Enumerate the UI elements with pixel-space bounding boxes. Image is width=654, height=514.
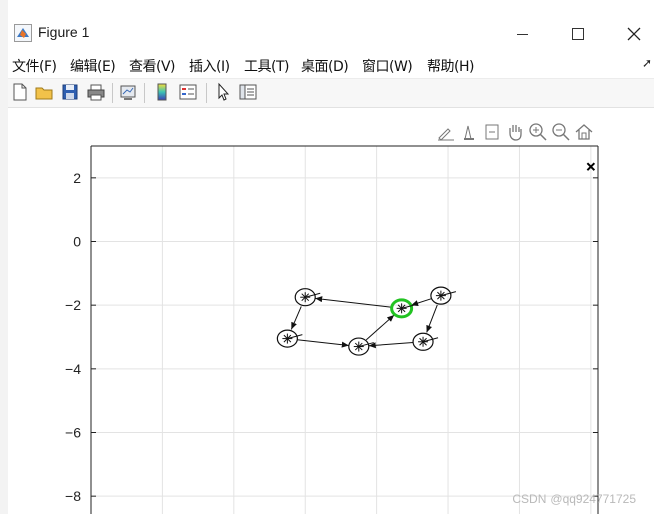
edge-arrow bbox=[315, 296, 392, 308]
watermark: CSDN @qq924771725 bbox=[508, 492, 636, 506]
menu-edit[interactable]: 编辑(E) bbox=[70, 56, 116, 76]
data-layer bbox=[276, 162, 596, 356]
new-figure-icon[interactable] bbox=[10, 82, 30, 102]
toolbar-separator bbox=[206, 83, 207, 103]
print-icon[interactable] bbox=[86, 82, 106, 102]
menu-bar: 文件(F) 编辑(E) 查看(V) 插入(I) 工具(T) 桌面(D) 窗口(W… bbox=[8, 54, 654, 76]
y-tick-label: −6 bbox=[65, 425, 81, 441]
pointer-icon[interactable] bbox=[213, 82, 233, 102]
menu-insert[interactable]: 插入(I) bbox=[189, 56, 230, 76]
y-tick-label: 0 bbox=[73, 234, 81, 250]
save-icon[interactable] bbox=[60, 82, 80, 102]
menu-desktop[interactable]: 桌面(D) bbox=[301, 56, 349, 76]
grid bbox=[91, 146, 598, 514]
menu-view[interactable]: 查看(V) bbox=[129, 56, 176, 76]
menu-tools[interactable]: 工具(T) bbox=[244, 56, 289, 76]
edge-arrow bbox=[426, 304, 438, 333]
plot-area[interactable]: 2 0 −2 −4 −6 −8 bbox=[8, 108, 654, 514]
menu-help[interactable]: 帮助(H) bbox=[427, 56, 474, 76]
menu-file[interactable]: 文件(F) bbox=[12, 56, 57, 76]
minimize-icon bbox=[516, 33, 528, 35]
watermark-site: CSDN bbox=[512, 492, 547, 506]
menu-window[interactable]: 窗口(W) bbox=[362, 56, 413, 76]
maximize-icon bbox=[572, 28, 584, 40]
figure-window: Figure 1 文件(F) 编辑(E) 查看(V) 插入(I) 工具(T) 桌… bbox=[8, 0, 654, 514]
edge-arrow bbox=[410, 298, 432, 306]
watermark-handle: @qq924771725 bbox=[550, 492, 636, 506]
close-icon bbox=[627, 27, 641, 41]
title-bar[interactable]: Figure 1 bbox=[8, 14, 654, 54]
colorbar-icon[interactable] bbox=[152, 82, 172, 102]
close-button[interactable] bbox=[606, 14, 654, 54]
edge-arrow bbox=[368, 342, 414, 349]
graph-node bbox=[276, 329, 303, 348]
y-tick-label: −4 bbox=[65, 361, 81, 377]
axes: 2 0 −2 −4 −6 −8 bbox=[65, 145, 599, 514]
property-inspector-icon[interactable] bbox=[238, 82, 258, 102]
edge-arrow bbox=[290, 306, 302, 330]
graph-node bbox=[294, 288, 321, 307]
window-title: Figure 1 bbox=[38, 24, 90, 40]
link-plot-icon[interactable] bbox=[118, 82, 138, 102]
menu-overflow-icon[interactable]: ➚ bbox=[642, 56, 652, 70]
graph-node bbox=[412, 332, 439, 351]
open-folder-icon[interactable] bbox=[34, 82, 54, 102]
toolbar-separator bbox=[112, 83, 113, 103]
graph-node bbox=[430, 286, 457, 305]
graph-node bbox=[390, 298, 417, 319]
graph-node bbox=[348, 337, 374, 356]
matlab-logo-icon bbox=[14, 24, 32, 42]
toolbar-separator bbox=[144, 83, 145, 103]
y-tick-label: 2 bbox=[73, 170, 81, 186]
maximize-button[interactable] bbox=[550, 14, 606, 54]
edge-arrow bbox=[365, 314, 395, 341]
y-tick-label: −2 bbox=[65, 297, 81, 313]
minimize-button[interactable] bbox=[494, 14, 550, 54]
legend-icon[interactable] bbox=[178, 82, 198, 102]
y-tick-label: −8 bbox=[65, 488, 81, 504]
figure-toolbar bbox=[8, 78, 654, 108]
